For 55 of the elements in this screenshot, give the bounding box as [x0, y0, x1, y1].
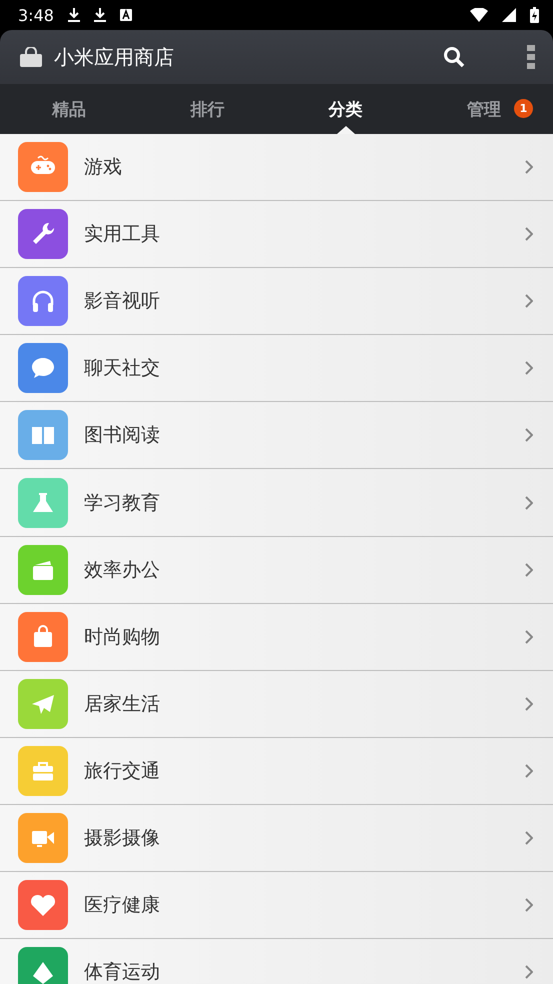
category-item[interactable]: 聊天社交	[0, 335, 553, 402]
chevron-icon	[525, 630, 533, 644]
count-badge: 1	[514, 99, 533, 118]
category-name: 医疗健康	[84, 893, 161, 918]
category-name: 摄影摄像	[84, 826, 161, 851]
category-name: 体育运动	[84, 960, 161, 984]
chevron-icon	[525, 764, 533, 778]
category-name: 旅行交通	[84, 758, 161, 784]
chevron-icon	[525, 562, 533, 577]
category-name: 居家生活	[84, 692, 161, 717]
signal-icon	[502, 8, 516, 22]
chevron-icon	[525, 496, 533, 510]
wifi-icon	[470, 8, 488, 22]
category-item[interactable]: 时尚购物	[0, 604, 553, 671]
chevron-icon	[525, 898, 533, 912]
notification-icon	[120, 9, 132, 21]
download-icon	[68, 8, 80, 22]
chevron-icon	[525, 227, 533, 242]
category-item[interactable]: 游戏	[0, 134, 553, 202]
category-item[interactable]: 实用工具	[0, 201, 553, 268]
category-item[interactable]: 摄影摄像	[0, 804, 553, 872]
battery-icon	[530, 7, 539, 23]
tab[interactable]: 管理	[466, 98, 501, 120]
category-name: 游戏	[84, 155, 123, 180]
category-name: 聊天社交	[84, 356, 161, 382]
search-icon[interactable]	[443, 46, 465, 68]
category-name: 效率办公	[84, 558, 161, 583]
more-icon[interactable]	[527, 45, 535, 69]
category-item[interactable]: 影音视听	[0, 268, 553, 336]
app-title: 小米应用商店	[54, 44, 175, 70]
category-name: 图书阅读	[84, 423, 161, 448]
category-item[interactable]: 图书阅读	[0, 402, 553, 470]
chevron-icon	[525, 294, 533, 308]
category-item[interactable]: 效率办公	[0, 536, 553, 604]
category-item[interactable]: 旅行交通	[0, 738, 553, 805]
category-name: 实用工具	[84, 222, 161, 248]
status-time: 3:48	[18, 6, 54, 24]
chevron-icon	[525, 965, 533, 980]
chevron-icon	[525, 696, 533, 711]
chevron-icon	[525, 361, 533, 376]
category-item[interactable]: 医疗健康	[0, 872, 553, 940]
category-name: 学习教育	[84, 490, 161, 516]
category-name: 时尚购物	[84, 624, 161, 650]
category-name: 影音视听	[84, 289, 161, 314]
category-item[interactable]: 学习教育	[0, 469, 553, 537]
category-item[interactable]: 居家生活	[0, 670, 553, 738]
tab[interactable]: 精品	[52, 98, 86, 120]
tab[interactable]: 分类	[328, 98, 363, 120]
chevron-icon	[525, 830, 533, 845]
tab[interactable]: 排行	[190, 98, 224, 120]
chevron-icon	[525, 160, 533, 174]
category-item[interactable]: 体育运动	[0, 939, 553, 984]
download-icon	[94, 8, 106, 22]
shopping-bag-icon	[20, 47, 42, 67]
chevron-icon	[525, 428, 533, 442]
